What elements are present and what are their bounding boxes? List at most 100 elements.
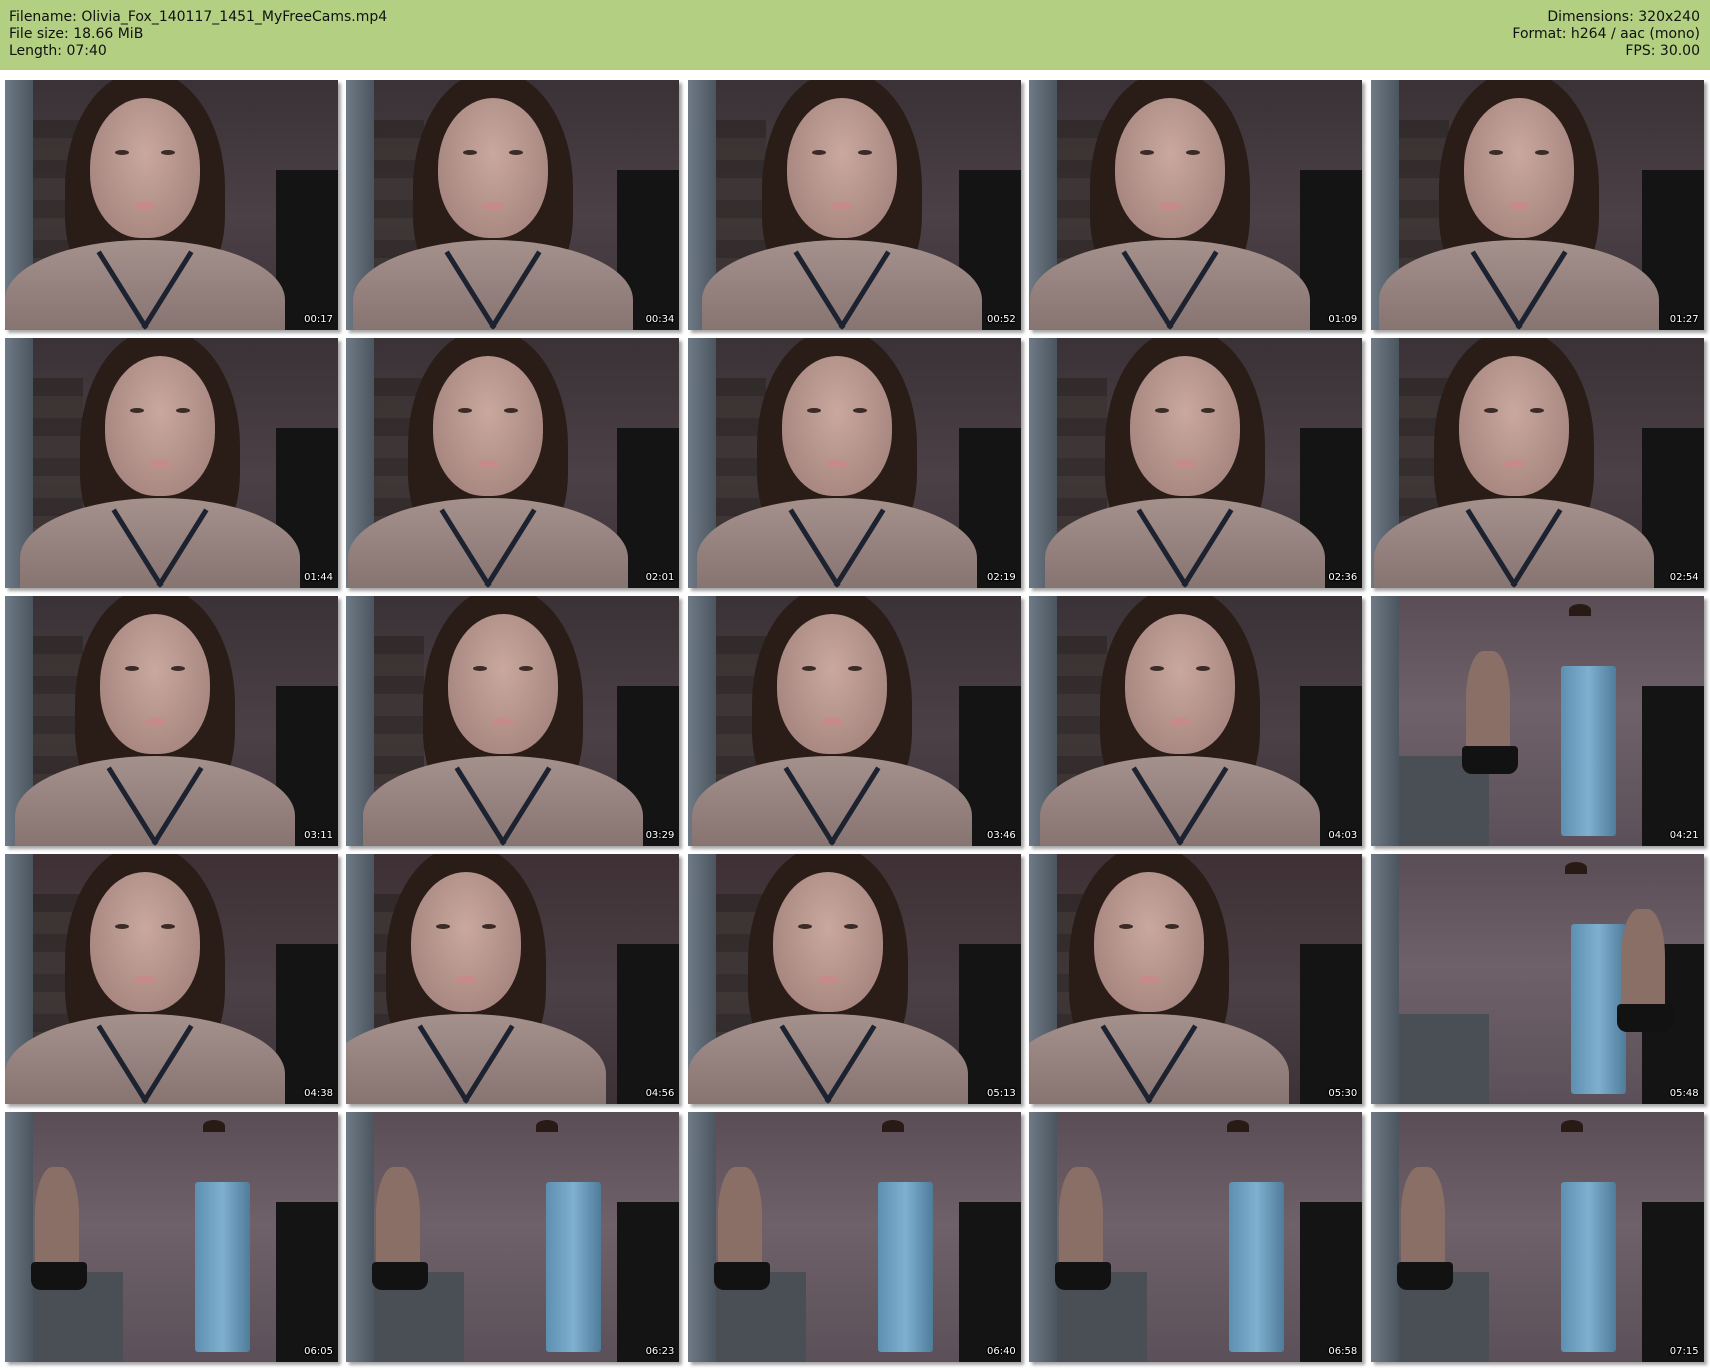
wall-edge	[687, 1112, 716, 1362]
face	[90, 98, 200, 238]
filename-label: Filename:	[9, 9, 77, 25]
lips	[816, 976, 839, 984]
thumbnail-frame	[687, 596, 1021, 846]
video-thumbnail[interactable]: 02:54	[1370, 338, 1704, 588]
video-thumbnail[interactable]: 01:09	[1029, 80, 1363, 330]
skirt	[713, 1262, 770, 1290]
lips	[149, 460, 171, 468]
video-thumbnail[interactable]: 06:23	[346, 1112, 680, 1362]
video-thumbnail[interactable]: 00:17	[5, 80, 338, 330]
doorway	[958, 944, 1021, 1104]
left-eye	[130, 408, 144, 413]
video-thumbnail[interactable]: 04:21	[1370, 596, 1704, 846]
header-right-info: Dimensions: 320x240 Format: h264 / aac (…	[1512, 9, 1700, 60]
timestamp-label: 03:46	[986, 830, 1016, 841]
right-eye	[847, 666, 862, 671]
ceiling-lamp	[1560, 1120, 1583, 1132]
doorway	[1300, 944, 1363, 1104]
doorway	[1641, 1202, 1704, 1362]
video-thumbnail[interactable]: 00:34	[346, 80, 680, 330]
timestamp-label: 01:27	[1669, 314, 1699, 325]
thumbnail-frame	[687, 338, 1021, 588]
skirt	[1396, 1262, 1453, 1290]
fps-value: 30.00	[1659, 43, 1700, 59]
video-thumbnail[interactable]: 02:19	[687, 338, 1021, 588]
timestamp-label: 04:03	[1328, 830, 1358, 841]
video-thumbnail[interactable]: 07:15	[1370, 1112, 1704, 1362]
timestamp-label: 06:23	[645, 1346, 675, 1357]
timestamp-label: 02:19	[986, 572, 1016, 583]
video-thumbnail[interactable]: 03:29	[346, 596, 680, 846]
thumbnail-frame	[1029, 1112, 1363, 1362]
timestamp-label: 05:48	[1669, 1088, 1699, 1099]
ceiling-lamp	[1227, 1120, 1250, 1132]
thumbnail-frame	[1370, 854, 1704, 1104]
format-label: Format:	[1512, 26, 1567, 42]
thumbnail-frame	[5, 1112, 338, 1362]
thumbnail-frame	[5, 80, 338, 330]
ceiling-lamp	[1564, 862, 1587, 874]
fridge	[1560, 666, 1616, 836]
skirt	[1616, 1004, 1673, 1032]
face	[90, 872, 200, 1012]
video-thumbnail[interactable]: 06:58	[1029, 1112, 1363, 1362]
video-thumbnail[interactable]: 01:27	[1370, 80, 1704, 330]
left-eye	[115, 150, 129, 155]
video-thumbnail[interactable]: 03:11	[5, 596, 338, 846]
wall-edge	[1029, 1112, 1058, 1362]
timestamp-label: 00:34	[645, 314, 675, 325]
face	[1463, 98, 1574, 238]
timestamp-label: 04:21	[1669, 830, 1699, 841]
ceiling-lamp	[881, 1120, 904, 1132]
kitchen-counter	[1398, 1014, 1489, 1104]
video-thumbnail[interactable]: 00:52	[687, 80, 1021, 330]
dimensions-label: Dimensions:	[1547, 9, 1634, 25]
thumbnail-frame	[5, 338, 338, 588]
video-thumbnail[interactable]: 04:56	[346, 854, 680, 1104]
video-thumbnail[interactable]: 05:48	[1370, 854, 1704, 1104]
right-eye	[171, 666, 185, 671]
thumbnail-frame	[346, 80, 680, 330]
video-thumbnail[interactable]: 02:36	[1029, 338, 1363, 588]
timestamp-label: 06:58	[1328, 1346, 1358, 1357]
video-thumbnail[interactable]: 06:40	[687, 1112, 1021, 1362]
right-eye	[857, 150, 872, 155]
left-eye	[811, 150, 826, 155]
thumbnail-frame	[687, 854, 1021, 1104]
ceiling-lamp	[203, 1120, 225, 1132]
fps-label: FPS:	[1625, 43, 1656, 59]
fps-line: FPS: 30.00	[1512, 43, 1700, 60]
face	[433, 356, 544, 496]
header-left-info: Filename: Olivia_Fox_140117_1451_MyFreeC…	[9, 9, 387, 60]
lips	[134, 976, 156, 984]
video-thumbnail[interactable]: 06:05	[5, 1112, 338, 1362]
thumbnail-frame	[5, 596, 338, 846]
video-thumbnail[interactable]: 05:30	[1029, 854, 1363, 1104]
lips	[830, 202, 853, 210]
lips	[820, 718, 843, 726]
doorway	[276, 944, 338, 1104]
left-eye	[806, 408, 821, 413]
filesize-line: File size: 18.66 MiB	[9, 26, 387, 43]
thumbnail-frame	[1370, 80, 1704, 330]
video-thumbnail[interactable]: 02:01	[346, 338, 680, 588]
fridge	[877, 1182, 933, 1352]
shoulders	[1029, 1014, 1290, 1104]
video-thumbnail[interactable]: 01:44	[5, 338, 338, 588]
thumbnail-frame	[687, 80, 1021, 330]
thumbnail-frame	[1370, 338, 1704, 588]
lips	[1507, 202, 1530, 210]
length-label: Length:	[9, 43, 63, 59]
timestamp-label: 02:54	[1669, 572, 1699, 583]
length-line: Length: 07:40	[9, 43, 387, 60]
wall-edge	[1370, 596, 1399, 846]
timestamp-label: 01:44	[304, 572, 333, 583]
video-thumbnail[interactable]: 05:13	[687, 854, 1021, 1104]
fridge	[546, 1182, 602, 1352]
video-thumbnail[interactable]: 04:03	[1029, 596, 1363, 846]
video-thumbnail[interactable]: 04:38	[5, 854, 338, 1104]
timestamp-label: 00:52	[986, 314, 1016, 325]
face	[1115, 98, 1226, 238]
video-thumbnail[interactable]: 03:46	[687, 596, 1021, 846]
face	[781, 356, 892, 496]
